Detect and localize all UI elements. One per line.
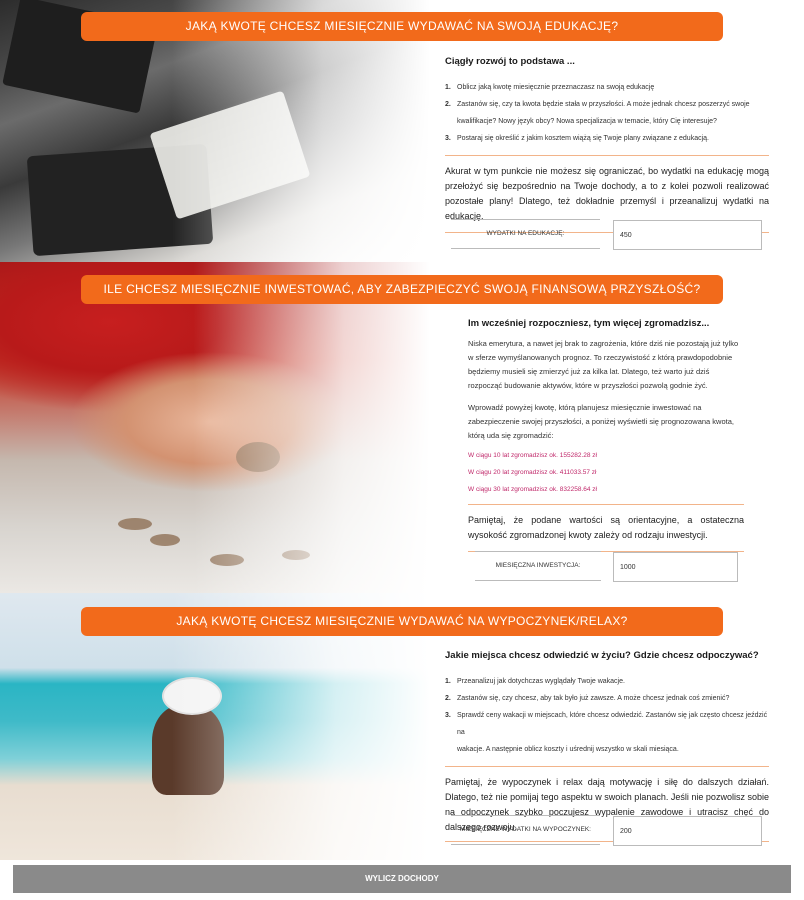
- sun-hat-image: [162, 677, 222, 715]
- coin-image: [210, 554, 244, 566]
- tablet-image: [26, 143, 214, 257]
- education-heading: Ciągły rozwój to podstawa ...: [445, 56, 575, 67]
- list-item: 2. Zastanów się, czy chcesz, aby tak było…: [445, 695, 730, 702]
- list-item: 3. Postaraj się określić z jakim kosztem …: [445, 135, 709, 142]
- coin-image: [150, 534, 180, 546]
- investment-content: Im wcześniej rozpoczniesz, tym więcej zg…: [468, 318, 744, 552]
- list-item: wakacje. A następnie oblicz koszty i uśr…: [457, 746, 679, 753]
- education-field-label: Wydatki na edukację:: [451, 219, 600, 249]
- list-item: 3. Sprawdź ceny wakacji w miejscach, któr…: [445, 712, 768, 736]
- investment-amount-input[interactable]: [613, 552, 738, 582]
- coins-hands-photo: [0, 262, 430, 593]
- open-notebook-image: [149, 90, 311, 220]
- coin-stack-image: [236, 442, 280, 472]
- calculate-income-button[interactable]: Wylicz dochody: [13, 865, 791, 893]
- result-20-years: W ciągu 20 lat zgromadzisz ok. 411033.57…: [468, 469, 597, 476]
- investment-field-label: Miesięczna inwestycja:: [475, 551, 601, 581]
- result-10-years: W ciągu 10 lat zgromadzisz ok. 155282.28…: [468, 452, 597, 459]
- investment-results: W ciągu 10 lat zgromadzisz ok. 155282.28…: [468, 447, 744, 498]
- education-content: Ciągły rozwój to podstawa ... 1. Oblicz j…: [445, 56, 769, 233]
- list-item: 1. Oblicz jaką kwotę miesięcznie przeznac…: [445, 84, 655, 91]
- woman-image: [152, 705, 224, 795]
- divider: [445, 766, 769, 767]
- relax-steps: 1. Przeanalizuj jak dotychczas wyglądały …: [445, 673, 769, 758]
- coin-image: [282, 550, 310, 560]
- list-item: 2. Zastanów się, czy ta kwota będzie stał…: [445, 101, 750, 108]
- investment-heading: Im wcześniej rozpoczniesz, tym więcej zg…: [468, 318, 710, 329]
- relax-content: Jakie miejsca chcesz odwiedzić w życiu? …: [445, 650, 769, 842]
- investment-paragraph-2: Wprowadź powyżej kwotę, którą planujesz …: [468, 403, 734, 440]
- divider: [445, 155, 769, 156]
- relax-field-label: Miesięczne wydatki na wypoczynek:: [451, 815, 600, 845]
- education-steps: 1. Oblicz jaką kwotę miesięcznie przeznac…: [445, 79, 769, 147]
- list-item: kwalifikacje? Nowy język obcy? Nowa spec…: [457, 118, 717, 125]
- education-banner: Jaką kwotę chcesz miesięcznie wydawać na…: [81, 12, 723, 41]
- investment-note: Pamiętaj, że podane wartości są orientac…: [468, 515, 744, 540]
- relax-heading: Jakie miejsca chcesz odwiedzić w życiu? …: [445, 650, 759, 661]
- result-30-years: W ciągu 30 lat zgromadzisz ok. 832258.64…: [468, 486, 597, 493]
- divider: [468, 504, 744, 505]
- investment-paragraph-1: Niska emerytura, a nawet jej brak to zag…: [468, 339, 739, 390]
- investment-banner: Ile chcesz miesięcznie inwestować, aby z…: [81, 275, 723, 304]
- coin-image: [118, 518, 152, 530]
- relax-amount-input[interactable]: [613, 816, 762, 846]
- education-amount-input[interactable]: [613, 220, 762, 250]
- relax-banner: Jaką kwotę chcesz miesięcznie wydawać na…: [81, 607, 723, 636]
- list-item: 1. Przeanalizuj jak dotychczas wyglądały …: [445, 678, 625, 685]
- education-paragraph: Akurat w tym punkcie nie możesz się ogra…: [445, 166, 769, 221]
